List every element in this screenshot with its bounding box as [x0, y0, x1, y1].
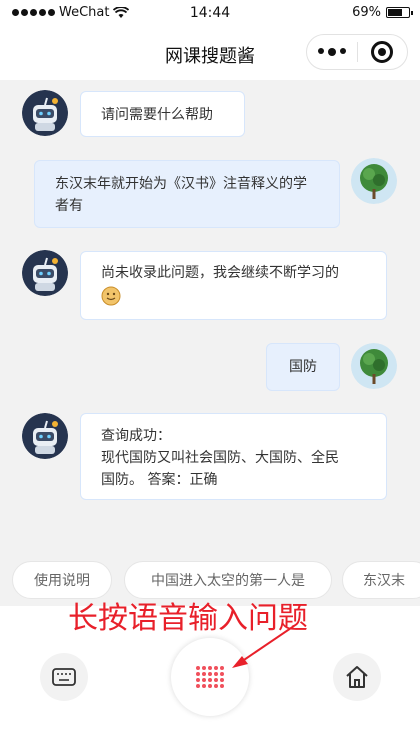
- chat-bubble-bot: 请问需要什么帮助: [80, 91, 245, 137]
- user-avatar: [351, 343, 397, 389]
- home-icon: [346, 666, 368, 688]
- annotation-arrow-icon: [232, 625, 295, 668]
- battery-percent: 69%: [352, 5, 381, 20]
- more-options-icon[interactable]: [307, 48, 357, 56]
- status-right: 69%: [352, 5, 413, 20]
- bot-avatar: [22, 413, 68, 459]
- smile-emoji-icon: [101, 286, 121, 306]
- message-text: 尚未收录此问题，我会继续不断学习的: [101, 265, 339, 281]
- message-line: 查询成功：: [101, 428, 171, 444]
- suggestion-chip[interactable]: 东汉末: [342, 561, 420, 599]
- keyboard-button[interactable]: [40, 653, 88, 701]
- keyboard-icon: [52, 668, 76, 686]
- robot-icon: [22, 250, 68, 296]
- robot-icon: [22, 90, 68, 136]
- battery-fill: [388, 9, 402, 16]
- message-line: 现代国防又叫社会国防、大国防、全民: [101, 450, 339, 466]
- status-bar: WeChat 14:44 69%: [0, 0, 420, 28]
- chat-bubble-bot: 尚未收录此问题，我会继续不断学习的: [80, 251, 387, 320]
- mini-program-capsule: [306, 34, 408, 70]
- home-button[interactable]: [333, 653, 381, 701]
- chat-bubble-user: 国防: [266, 343, 340, 391]
- user-avatar: [351, 158, 397, 204]
- target-icon: [371, 41, 394, 63]
- nav-bar: 网课搜题酱: [0, 28, 420, 80]
- tree-avatar-icon: [351, 158, 397, 204]
- bot-avatar: [22, 250, 68, 296]
- battery-icon: [386, 7, 413, 18]
- bot-avatar: [22, 90, 68, 136]
- tree-avatar-icon: [351, 343, 397, 389]
- robot-icon: [22, 413, 68, 459]
- chat-bubble-user: 东汉末年就开始为《汉书》注音释义的学者有: [34, 160, 340, 228]
- voice-dots-icon: [196, 666, 224, 688]
- close-miniprogram-button[interactable]: [357, 41, 407, 63]
- message-line: 国防。 答案：正确: [101, 472, 218, 488]
- chat-bubble-bot: 查询成功： 现代国防又叫社会国防、大国防、全民 国防。 答案：正确: [80, 413, 387, 500]
